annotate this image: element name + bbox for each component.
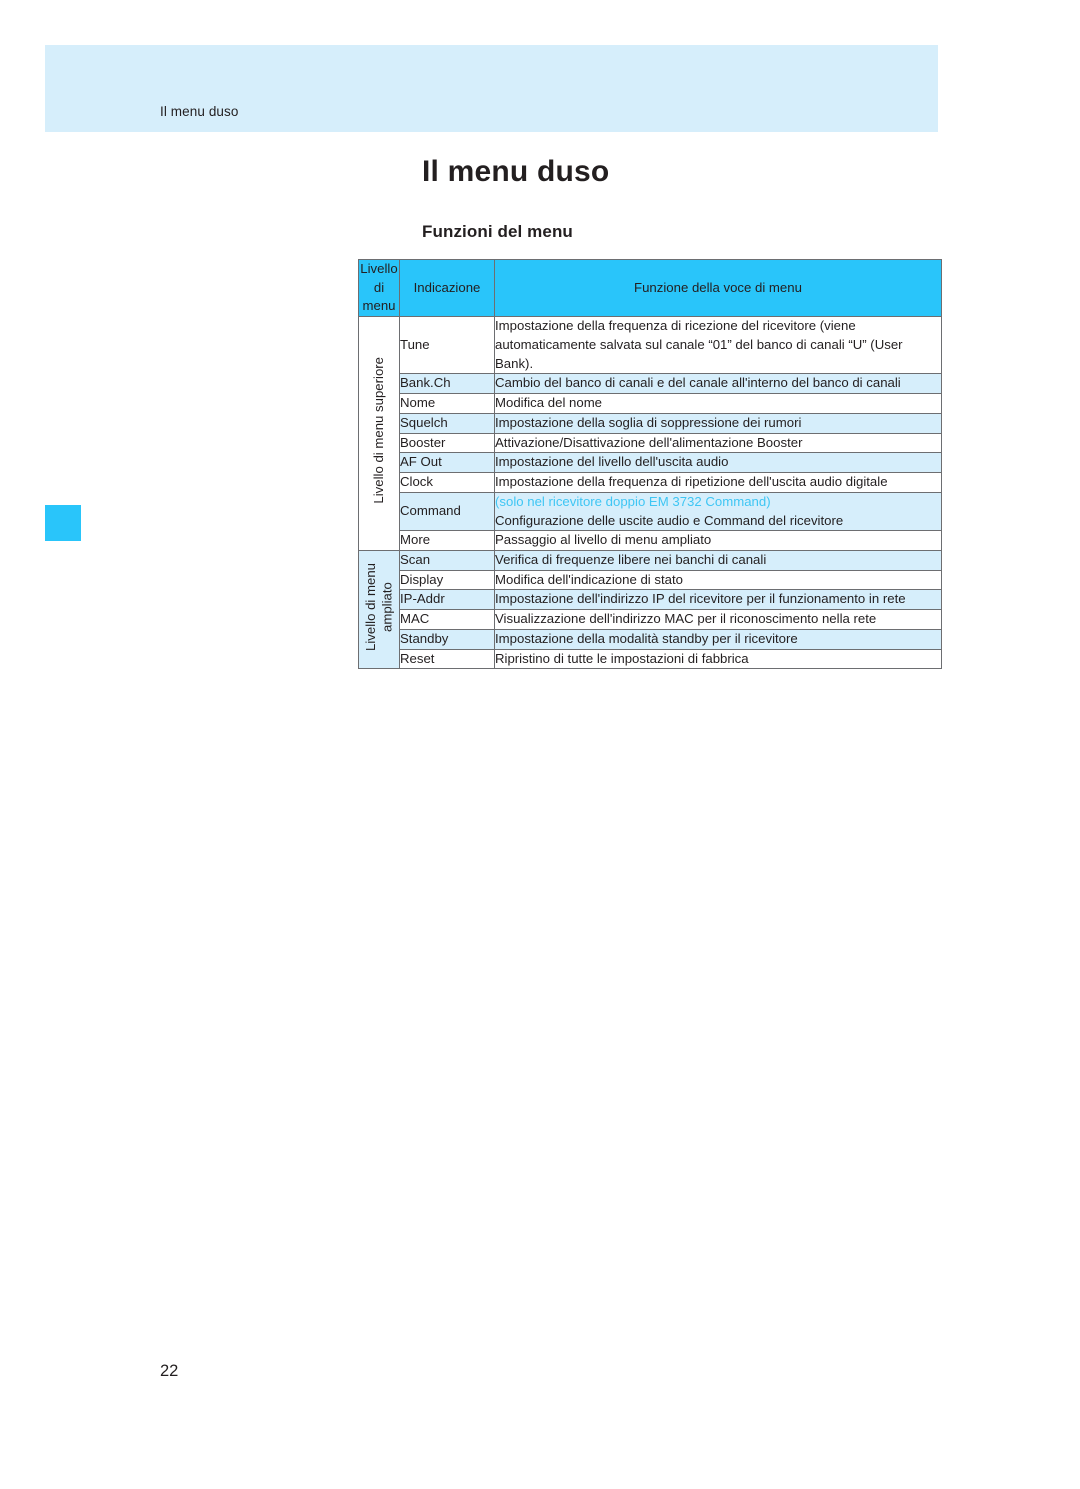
table-head: Livello di menu Indicazione Funzione del…: [358, 258, 942, 318]
menu-item-description-body: Impostazione dell'indirizzo IP del ricev…: [495, 591, 906, 607]
menu-item-name: Standby: [399, 628, 495, 650]
menu-item-description-body: Impostazione del livello dell'uscita aud…: [495, 454, 729, 470]
menu-functions-table: Livello di menu Indicazione Funzione del…: [358, 258, 942, 670]
table-row: AF Out Impostazione del livello dell'usci…: [359, 452, 942, 474]
column-header-indication: Indicazione: [399, 258, 495, 318]
menu-item-description: Impostazione della frequenza di ricezion…: [494, 316, 942, 375]
menu-item-description: Impostazione del livello dell'uscita aud…: [494, 452, 942, 474]
page-title: Il menu duso: [422, 155, 610, 188]
menu-item-description: Cambio del banco di canali e del canale …: [494, 373, 942, 395]
menu-item-description: Visualizzazione dell'indirizzo MAC per i…: [494, 609, 942, 630]
menu-item-description-body: Impostazione della modalità standby per …: [495, 630, 798, 646]
menu-item-name: Squelch: [399, 412, 495, 434]
page-number: 22: [160, 1362, 179, 1380]
menu-item-description: Ripristino di tutte le impostazioni di f…: [494, 648, 942, 670]
menu-item-description-note: (solo nel ricevitore doppio EM 3732 Comm…: [495, 493, 771, 509]
menu-item-name: AF Out: [399, 452, 495, 474]
menu-item-description: Impostazione della modalità standby per …: [494, 628, 942, 650]
menu-level-group-label-text: Livello di menu ampliato: [362, 562, 395, 651]
menu-item-name: Reset: [399, 648, 495, 670]
menu-item-description-body: Modifica del nome: [495, 395, 603, 411]
menu-item-description-body: Ripristino di tutte le impostazioni di f…: [495, 650, 749, 666]
menu-item-description: Impostazione della frequenza di ripetizi…: [494, 472, 942, 493]
menu-level-group-label-text: Livello di menu superiore: [370, 357, 386, 505]
table-row: Display Modifica dell'indicazione di stat…: [359, 569, 942, 591]
thumb-index-marker: [45, 505, 81, 541]
menu-item-name: Booster: [399, 432, 495, 454]
menu-item-description: Impostazione dell'indirizzo IP del ricev…: [494, 589, 942, 611]
menu-item-description: Impostazione della soglia di soppression…: [494, 412, 942, 434]
table-row: Livello di menu ampliato Scan Verifica di …: [358, 550, 942, 670]
menu-item-description-body: Cambio del banco di canali e del canale …: [495, 375, 901, 391]
column-header-function: Funzione della voce di menu: [494, 258, 942, 318]
menu-item-name: Display: [399, 569, 495, 591]
menu-item-name: MAC: [399, 609, 495, 630]
menu-item-name: Bank.Ch: [399, 373, 495, 395]
menu-item-description-body: Impostazione della frequenza di ricezion…: [495, 318, 903, 371]
menu-item-description: Verifica di frequenze libere nei banchi …: [494, 550, 942, 571]
menu-item-description-body: Modifica dell'indicazione di stato: [495, 571, 683, 587]
table-row: Standby Impostazione della modalità stand…: [359, 628, 942, 650]
menu-item-name: IP-Addr: [399, 589, 495, 611]
table-header-row: Livello di menu Indicazione Funzione del…: [358, 258, 942, 318]
menu-item-name: Nome: [399, 393, 495, 414]
table-row: Bank.Ch Cambio del banco di canali e del …: [359, 373, 942, 395]
table-row: Nome Modifica del nome: [359, 393, 942, 414]
menu-item-description: (solo nel ricevitore doppio EM 3732 Comm…: [494, 491, 942, 532]
table-row: More Passaggio al livello di menu ampliat…: [359, 530, 942, 552]
menu-item-description-body: Impostazione della soglia di soppression…: [495, 414, 802, 430]
menu-item-description: Modifica dell'indicazione di stato: [494, 569, 942, 591]
table-row: Command (solo nel ricevitore doppio EM 37…: [359, 491, 942, 532]
table-row: Reset Ripristino di tutte le impostazioni…: [359, 648, 942, 670]
table-row: Squelch Impostazione della soglia di sopp…: [359, 412, 942, 434]
menu-item-name: Clock: [399, 472, 495, 493]
menu-item-description-body: Passaggio al livello di menu ampliato: [495, 532, 712, 548]
table-body: Livello di menu superiore Tune Impostazion…: [358, 316, 942, 670]
running-header-text: Il menu duso: [160, 104, 239, 119]
menu-item-description: Modifica del nome: [494, 393, 942, 414]
menu-item-name: More: [399, 530, 495, 552]
table-row: MAC Visualizzazione dell'indirizzo MAC pe…: [359, 609, 942, 630]
table-row: Booster Attivazione/Disattivazione dell'a…: [359, 432, 942, 454]
menu-item-name: Scan: [399, 550, 495, 571]
menu-item-description-body: Visualizzazione dell'indirizzo MAC per i…: [495, 611, 877, 627]
menu-item-name: Command: [399, 491, 495, 532]
section-title: Funzioni del menu: [422, 222, 573, 241]
table-row: IP-Addr Impostazione dell'indirizzo IP de…: [359, 589, 942, 611]
table-row: Livello di menu superiore Tune Impostazion…: [358, 316, 942, 552]
menu-item-description-body: Impostazione della frequenza di ripetizi…: [495, 474, 888, 490]
menu-item-description-body: Verifica di frequenze libere nei banchi …: [495, 552, 767, 568]
menu-level-group-label: Livello di menu ampliato: [358, 550, 400, 670]
table-row: Clock Impostazione della frequenza di rip…: [359, 472, 942, 493]
menu-item-description: Passaggio al livello di menu ampliato: [494, 530, 942, 552]
column-header-level: Livello di menu: [358, 258, 400, 318]
menu-item-description: Attivazione/Disattivazione dell'alimenta…: [494, 432, 942, 454]
menu-item-description-body: Configurazione delle uscite audio e Comm…: [495, 512, 844, 528]
menu-item-description-body: Attivazione/Disattivazione dell'alimenta…: [495, 434, 803, 450]
menu-item-name: Tune: [399, 316, 495, 375]
menu-level-group-label: Livello di menu superiore: [358, 316, 400, 552]
